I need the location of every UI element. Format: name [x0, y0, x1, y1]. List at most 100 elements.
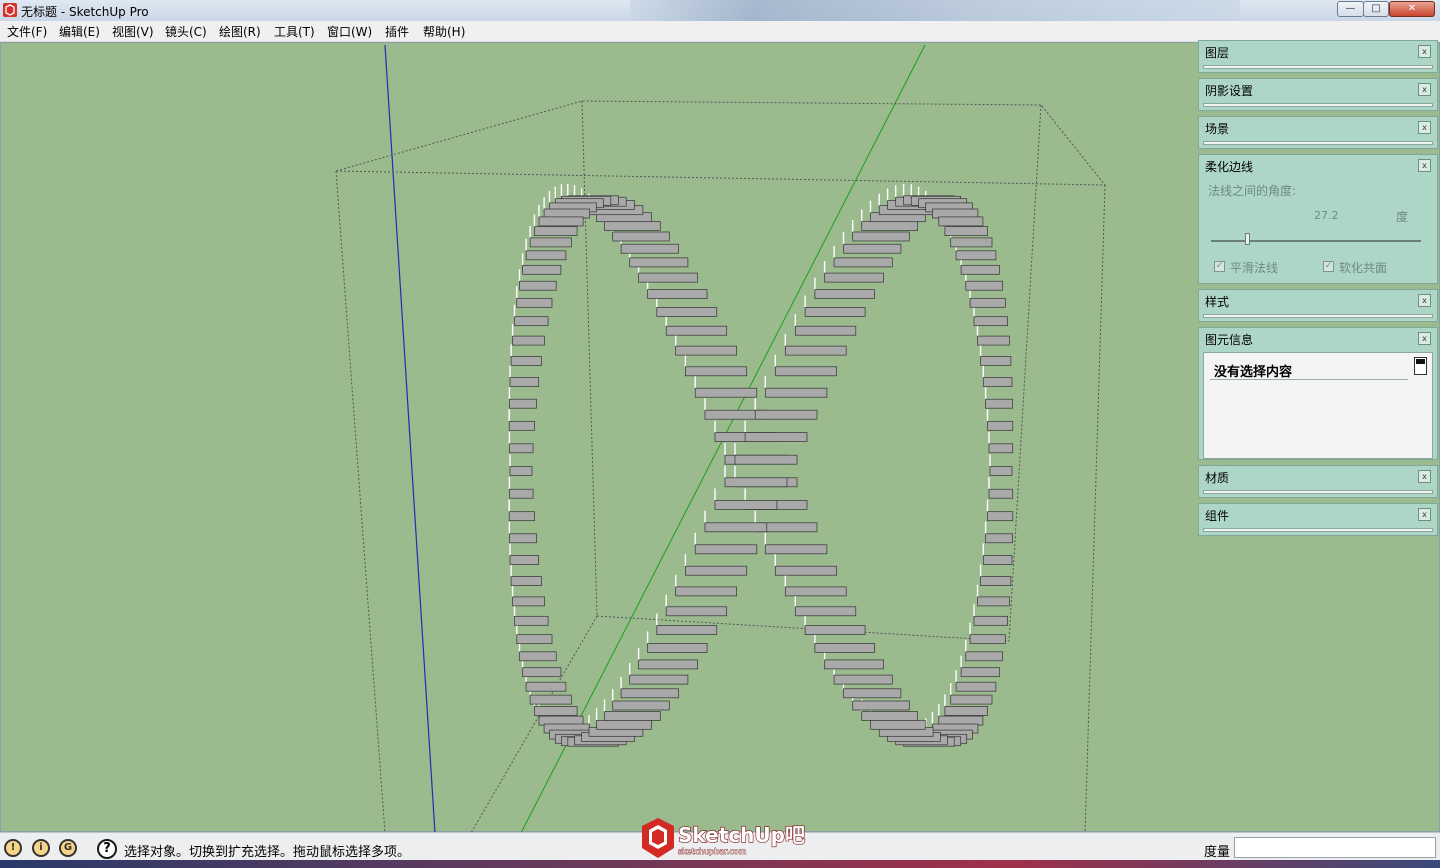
- stair-tread: [665, 606, 728, 617]
- stair-tread: [724, 477, 788, 488]
- stair-tread: [519, 280, 557, 291]
- minimize-button[interactable]: —: [1337, 1, 1364, 17]
- menu-file[interactable]: 文件(F): [7, 23, 47, 40]
- stair-tread: [985, 533, 1013, 544]
- spiral-stair-treads: [508, 195, 1014, 747]
- stair-tread: [987, 511, 1014, 522]
- stair-tread: [833, 257, 893, 268]
- stair-tread: [675, 586, 737, 597]
- stair-tread: [665, 325, 728, 336]
- entity-info-toggle-icon[interactable]: [1414, 357, 1427, 375]
- angle-slider[interactable]: [1211, 240, 1421, 242]
- menu-edit[interactable]: 编辑(E): [59, 23, 100, 40]
- stair-tread: [764, 544, 828, 555]
- panel-scenes-title[interactable]: 场景: [1205, 120, 1229, 137]
- panel-styles-close-icon[interactable]: x: [1418, 294, 1431, 307]
- panel-scenes[interactable]: 场景 x: [1198, 116, 1438, 149]
- stair-tread: [870, 719, 926, 730]
- stair-tread: [977, 335, 1010, 346]
- stair-tread: [629, 674, 689, 685]
- stair-tread: [512, 596, 545, 607]
- panel-scenes-close-icon[interactable]: x: [1418, 121, 1431, 134]
- menu-tools[interactable]: 工具(T): [274, 23, 315, 40]
- stair-tread: [977, 596, 1010, 607]
- stair-tread: [647, 643, 708, 653]
- menu-window[interactable]: 窗口(W): [327, 23, 372, 40]
- sketchupbar-logo: SketchUp吧 sketchupbar.com: [642, 818, 806, 858]
- stair-tread: [980, 576, 1012, 586]
- menu-view[interactable]: 视图(V): [112, 23, 154, 40]
- stair-tread: [519, 651, 557, 662]
- menu-help[interactable]: 帮助(H): [423, 23, 465, 40]
- stair-tread: [804, 625, 866, 635]
- panel-shadows-title[interactable]: 阴影设置: [1205, 82, 1253, 99]
- stair-tread: [525, 681, 567, 692]
- panel-materials-title[interactable]: 材质: [1205, 469, 1229, 486]
- stair-tread: [989, 466, 1013, 476]
- stair-tread: [685, 565, 748, 576]
- credits-icon[interactable]: i: [32, 839, 50, 857]
- menu-plugins[interactable]: 插件: [385, 23, 409, 40]
- stair-tread: [620, 243, 679, 254]
- stair-tread: [973, 615, 1008, 626]
- stair-tread: [685, 366, 748, 377]
- stair-tread: [955, 681, 997, 692]
- stair-tread: [514, 615, 549, 626]
- close-window-button[interactable]: ✕: [1389, 1, 1435, 17]
- stair-tread: [843, 688, 902, 699]
- stair-tread: [814, 289, 875, 299]
- smooth-normals-checkbox[interactable]: ✓: [1214, 261, 1225, 272]
- panel-entity-info[interactable]: 图元信息 x 没有选择内容: [1198, 327, 1438, 460]
- stair-tread: [525, 250, 567, 261]
- panel-shadows-close-icon[interactable]: x: [1418, 83, 1431, 96]
- angle-unit: 度: [1396, 210, 1409, 224]
- panel-components-title[interactable]: 组件: [1205, 507, 1229, 524]
- panel-materials[interactable]: 材质 x: [1198, 465, 1438, 498]
- panel-components[interactable]: 组件 x: [1198, 503, 1438, 536]
- panel-entity-close-icon[interactable]: x: [1418, 332, 1431, 345]
- maximize-button[interactable]: □: [1363, 1, 1389, 17]
- stair-tread: [612, 231, 670, 242]
- panel-components-bar: [1203, 528, 1433, 532]
- stair-tread: [985, 398, 1013, 409]
- help-icon[interactable]: ?: [97, 839, 117, 859]
- panel-layers[interactable]: 图层 x: [1198, 40, 1438, 73]
- smooth-normals-label: 平滑法线: [1230, 261, 1279, 275]
- panel-components-close-icon[interactable]: x: [1418, 508, 1431, 521]
- entity-info-text: 没有选择内容: [1214, 365, 1293, 380]
- stair-tread: [973, 316, 1008, 327]
- stair-tread: [824, 659, 884, 670]
- panel-shadows[interactable]: 阴影设置 x: [1198, 78, 1438, 111]
- stair-tread: [969, 297, 1006, 308]
- sketchup-app-icon[interactable]: [3, 3, 17, 17]
- panel-entity-title[interactable]: 图元信息: [1205, 331, 1253, 348]
- angle-label: 法线之间的角度:: [1208, 184, 1297, 198]
- stair-tread: [509, 377, 540, 387]
- blue-axis: [384, 44, 436, 833]
- panel-soften-close-icon[interactable]: x: [1418, 159, 1431, 172]
- panel-styles[interactable]: 样式 x: [1198, 289, 1438, 322]
- svg-text:SketchUp吧: SketchUp吧: [678, 823, 805, 847]
- user-account-icon[interactable]: G: [59, 839, 77, 857]
- panel-styles-title[interactable]: 样式: [1205, 293, 1229, 310]
- angle-slider-thumb[interactable]: [1244, 233, 1250, 245]
- soften-coplanar-checkbox[interactable]: ✓: [1323, 261, 1334, 272]
- measurements-input[interactable]: [1234, 837, 1436, 858]
- stair-tread: [516, 634, 553, 645]
- menu-draw[interactable]: 绘图(R): [219, 23, 261, 40]
- entity-info-box: 没有选择内容: [1203, 352, 1433, 459]
- stair-tread: [714, 500, 778, 510]
- panel-layers-bar: [1203, 65, 1433, 69]
- stair-tread: [508, 511, 535, 522]
- stair-tread: [529, 237, 572, 248]
- stair-tread: [656, 307, 718, 317]
- panel-layers-title[interactable]: 图层: [1205, 44, 1229, 61]
- panel-materials-close-icon[interactable]: x: [1418, 470, 1431, 483]
- stair-tread: [510, 356, 542, 366]
- geo-location-icon[interactable]: !: [4, 839, 22, 857]
- menu-camera[interactable]: 镜头(C): [165, 23, 207, 40]
- panel-layers-close-icon[interactable]: x: [1418, 45, 1431, 58]
- panel-soften-edges[interactable]: 柔化边线 x 法线之间的角度: 27.2 度 ✓ 平滑法线 ✓ 软化共面: [1198, 154, 1438, 284]
- stair-tread: [969, 634, 1006, 645]
- panel-soften-title[interactable]: 柔化边线: [1205, 158, 1253, 175]
